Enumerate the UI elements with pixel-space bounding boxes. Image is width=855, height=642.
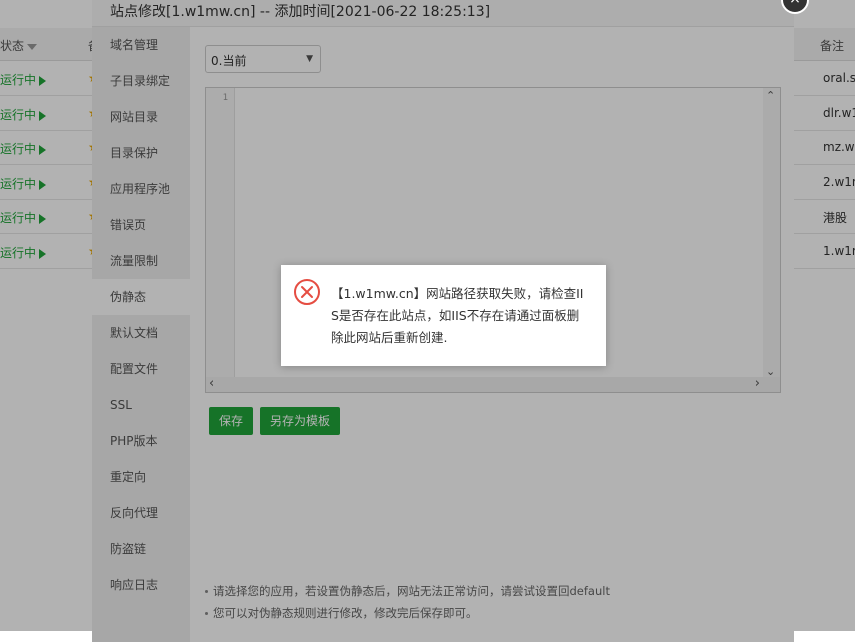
error-circle-icon [294, 279, 320, 305]
error-message-text: 【1.w1mw.cn】网站路径获取失败，请检查IIS是否存在此站点，如IIS不存… [331, 286, 584, 345]
error-message-dialog: 【1.w1mw.cn】网站路径获取失败，请检查IIS是否存在此站点，如IIS不存… [281, 265, 606, 366]
